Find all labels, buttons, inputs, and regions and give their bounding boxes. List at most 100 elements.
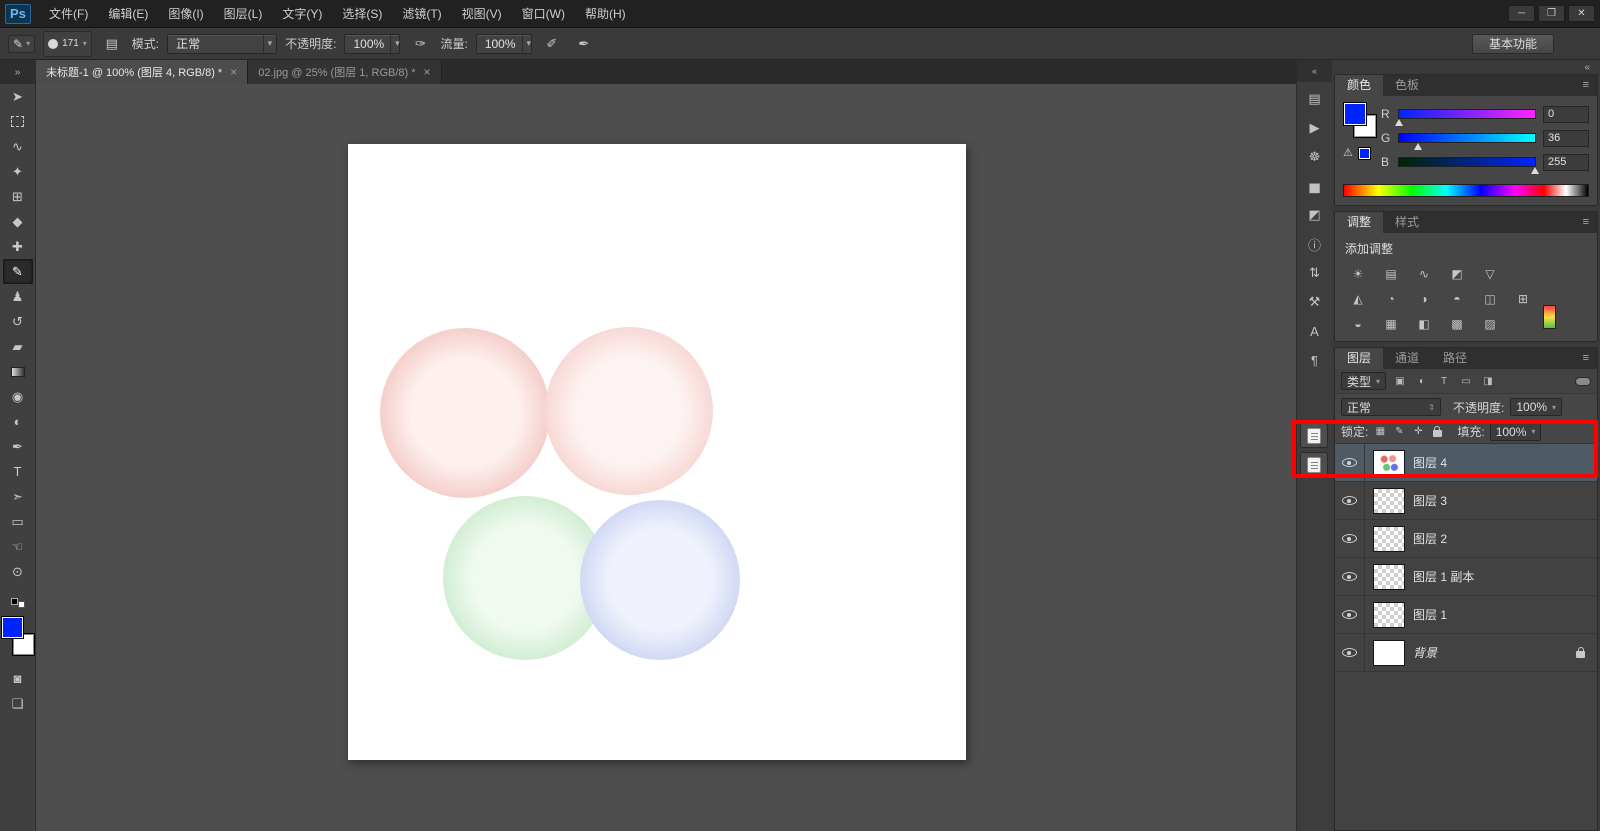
blur-tool[interactable]: ◉ xyxy=(3,384,33,409)
red-value-field[interactable]: 0 xyxy=(1543,105,1589,123)
move-tool[interactable]: ➤ xyxy=(3,84,33,109)
slider-thumb-B[interactable] xyxy=(1531,167,1539,174)
collapse-dock-icon[interactable]: « xyxy=(1297,60,1332,82)
path-selection-tool[interactable]: ➣ xyxy=(3,484,33,509)
canvas-pasteboard[interactable] xyxy=(36,84,1296,831)
panel-menu-icon[interactable]: ≡ xyxy=(1575,212,1597,233)
lock-transparent-pixels-icon[interactable]: ▦ xyxy=(1373,425,1387,439)
actions-panel-icon[interactable]: ▶ xyxy=(1301,116,1329,140)
menu-layer[interactable]: 图层(L) xyxy=(214,0,273,28)
character-panel-icon[interactable]: A xyxy=(1301,319,1329,343)
layer-name[interactable]: 图层 1 副本 xyxy=(1413,568,1474,585)
rectangle-tool[interactable]: ▭ xyxy=(3,509,33,534)
color-lookup-icon[interactable]: ▽ xyxy=(1479,264,1501,283)
tablet-size-pressure-icon[interactable]: ✒ xyxy=(572,33,596,55)
layer-name[interactable]: 图层 2 xyxy=(1413,530,1447,547)
clone-source-panel-icon[interactable]: ⇅ xyxy=(1301,261,1329,285)
background-color-swatch[interactable] xyxy=(13,635,33,654)
tab-color[interactable]: 颜色 xyxy=(1335,75,1384,96)
brightness-contrast-icon[interactable]: ☀ xyxy=(1347,264,1369,283)
history-brush-tool[interactable]: ↺ xyxy=(3,309,33,334)
layer-blend-mode-dropdown[interactable]: 正常 ⇕ xyxy=(1341,398,1441,416)
close-icon[interactable]: × xyxy=(230,65,237,79)
tab-swatches[interactable]: 色板 xyxy=(1383,75,1431,96)
healing-brush-tool[interactable]: ✚ xyxy=(3,234,33,259)
lasso-tool[interactable]: ∿ xyxy=(3,134,33,159)
foreground-color-swatch[interactable] xyxy=(2,618,22,637)
tab-adjustments[interactable]: 调整 xyxy=(1335,212,1384,233)
layer-name[interactable]: 图层 3 xyxy=(1413,492,1447,509)
threshold-icon[interactable]: ◧ xyxy=(1413,314,1435,333)
histogram-panel-icon[interactable]: ▅ xyxy=(1301,174,1329,198)
close-icon[interactable]: × xyxy=(424,65,431,79)
layer-thumbnail[interactable] xyxy=(1373,487,1405,514)
selective-color-icon[interactable]: ▨ xyxy=(1479,314,1501,333)
filter-adjustment-layers-icon[interactable]: ◐ xyxy=(1414,373,1430,389)
layer-thumbnail[interactable] xyxy=(1373,525,1405,552)
properties-panel-icon[interactable]: ◩ xyxy=(1301,203,1329,227)
clone-stamp-tool[interactable]: ♟ xyxy=(3,284,33,309)
layer-thumbnail[interactable] xyxy=(1373,563,1405,590)
navigator-panel-icon[interactable]: ☸ xyxy=(1301,145,1329,169)
flow-dropdown[interactable]: 100% ▾ xyxy=(475,33,532,54)
color-balance-icon[interactable]: ◑ xyxy=(1413,289,1435,308)
green-slider[interactable] xyxy=(1398,133,1536,150)
layer-opacity-dropdown[interactable]: 100% ▾ xyxy=(1510,398,1563,416)
menu-filter[interactable]: 滤镜(T) xyxy=(392,0,451,28)
airbrush-icon[interactable]: ✐ xyxy=(540,33,564,55)
layer-row-layer3[interactable]: 图层 3 xyxy=(1335,482,1597,520)
info-panel-icon[interactable]: ⓘ xyxy=(1301,232,1329,256)
dodge-tool[interactable]: ◐ xyxy=(3,409,33,434)
vibrance-icon[interactable]: ◭ xyxy=(1347,289,1369,308)
quick-mask-button[interactable]: ◙ xyxy=(3,666,33,691)
tab-channels[interactable]: 通道 xyxy=(1383,348,1431,369)
tab-styles[interactable]: 样式 xyxy=(1383,212,1431,233)
black-white-icon[interactable]: ◓ xyxy=(1446,289,1468,308)
default-colors-icon[interactable] xyxy=(10,598,25,608)
green-value-field[interactable]: 36 xyxy=(1543,129,1589,147)
layer-name[interactable]: 图层 4 xyxy=(1413,454,1447,471)
red-slider[interactable] xyxy=(1395,109,1536,126)
layer-filter-toggle[interactable] xyxy=(1575,376,1591,386)
layer-visibility-toggle[interactable] xyxy=(1335,444,1365,481)
levels-icon[interactable]: ▤ xyxy=(1380,264,1402,283)
menu-image[interactable]: 图像(I) xyxy=(158,0,213,28)
lock-all-icon[interactable] xyxy=(1430,425,1444,439)
layer-visibility-toggle[interactable] xyxy=(1335,634,1365,671)
menu-window[interactable]: 窗口(W) xyxy=(512,0,575,28)
gamut-color-swatch[interactable] xyxy=(1359,148,1370,159)
document-canvas[interactable] xyxy=(348,144,966,760)
close-button[interactable]: ✕ xyxy=(1568,5,1595,22)
layer-row-layer1-copy[interactable]: 图层 1 副本 xyxy=(1335,558,1597,596)
gamut-warning-icon[interactable]: ⚠ xyxy=(1343,146,1353,159)
menu-file[interactable]: 文件(F) xyxy=(39,0,98,28)
document-tab-active[interactable]: 未标题-1 @ 100% (图层 4, RGB/8) * × xyxy=(36,60,249,84)
layer-visibility-toggle[interactable] xyxy=(1335,596,1365,633)
menu-view[interactable]: 视图(V) xyxy=(452,0,512,28)
tab-paths[interactable]: 路径 xyxy=(1431,348,1479,369)
workspace-switcher-button[interactable]: 基本功能 xyxy=(1471,33,1554,54)
eraser-tool[interactable]: ▰ xyxy=(3,334,33,359)
layer-visibility-toggle[interactable] xyxy=(1335,558,1365,595)
curves-icon[interactable]: ∿ xyxy=(1413,264,1435,283)
collapsed-panel-page-icon-1[interactable] xyxy=(1300,423,1328,448)
layer-thumbnail[interactable] xyxy=(1373,449,1405,476)
blue-slider[interactable] xyxy=(1398,157,1539,174)
pen-tool[interactable]: ✒ xyxy=(3,434,33,459)
expand-toolbar-icon[interactable]: » xyxy=(0,60,35,84)
menu-type[interactable]: 文字(Y) xyxy=(272,0,332,28)
layer-visibility-toggle[interactable] xyxy=(1335,482,1365,519)
layer-thumbnail[interactable] xyxy=(1373,639,1405,666)
layer-name[interactable]: 背景 xyxy=(1413,644,1437,661)
hue-saturation-icon[interactable]: ◔ xyxy=(1380,289,1402,308)
tool-preset-picker[interactable]: ✎ ▾ xyxy=(8,34,36,53)
crop-tool[interactable]: ⊞ xyxy=(3,184,33,209)
document-tab-inactive[interactable]: 02.jpg @ 25% (图层 1, RGB/8) * × xyxy=(248,60,442,84)
lock-position-icon[interactable]: ✛ xyxy=(1411,425,1425,439)
toggle-brush-panel-button[interactable]: ▤ xyxy=(100,33,124,55)
exposure-icon[interactable]: ◩ xyxy=(1446,264,1468,283)
filter-shape-layers-icon[interactable]: ▭ xyxy=(1458,373,1474,389)
slider-thumb-G[interactable] xyxy=(1414,143,1423,150)
panel-menu-icon[interactable]: ≡ xyxy=(1575,348,1597,369)
layer-row-layer1[interactable]: 图层 1 xyxy=(1335,596,1597,634)
